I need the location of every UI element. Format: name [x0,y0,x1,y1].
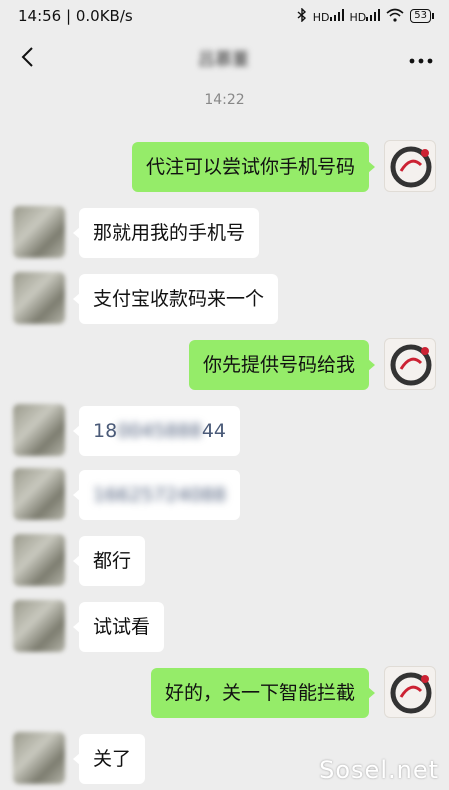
contact-avatar[interactable] [13,732,65,784]
message-bubble-sent[interactable]: 好的，关一下智能拦截 [150,668,376,718]
chat-timestamp: 14:22 [204,92,245,108]
chat-header: 吕慕董 [0,32,449,82]
contact-avatar[interactable] [13,272,65,324]
message-bubble-received[interactable]: 支付宝收款码来一个 [72,274,279,324]
status-bar: 14:56 | 0.0KB/s HD HD 53 [0,0,449,32]
contact-avatar[interactable] [13,534,65,586]
watermark: Sosel.net [319,756,439,784]
more-dots-icon [409,58,433,63]
status-icons: HD HD 53 [297,6,434,25]
my-avatar[interactable] [384,140,436,192]
message-bubble-received[interactable]: 关了 [72,734,146,784]
message-bubble-sent[interactable]: 代注可以尝试你手机号码 [131,142,376,192]
signal-hd-label-2: HD [349,10,367,24]
status-time: 14:56 [18,7,62,25]
my-avatar[interactable] [384,666,436,718]
phone-suffix: 44 [201,420,226,442]
contact-avatar[interactable] [13,206,65,258]
signal-hd-icon-1: HD [312,8,344,24]
message-bubble-received[interactable]: 都行 [72,536,146,586]
message-bubble-sent[interactable]: 你先提供号码给我 [188,340,376,390]
bluetooth-icon [297,6,307,25]
wifi-icon [386,8,404,25]
phone-prefix: 18 [93,420,118,442]
avatar-image [390,146,432,188]
status-left: 14:56 | 0.0KB/s [18,7,133,25]
contact-avatar[interactable] [13,404,65,456]
battery-icon: 53 [410,9,434,23]
signal-hd-icon-2: HD [349,8,381,24]
phone-redacted: 0045888 [117,420,202,442]
message-bubble-received[interactable]: 那就用我的手机号 [72,208,260,258]
phone-redacted: 16625724088 [93,484,226,506]
more-options-button[interactable] [409,45,433,70]
signal-hd-label-1: HD [312,10,330,24]
avatar-image [390,672,432,714]
chevron-left-icon [21,47,33,67]
chat-title: 吕慕董 [198,49,249,70]
my-avatar[interactable] [384,338,436,390]
contact-avatar[interactable] [13,468,65,520]
message-bubble-received[interactable]: 试试看 [72,602,165,652]
contact-avatar[interactable] [13,600,65,652]
message-bubble-phone[interactable]: 16625724088 [73,470,240,520]
network-speed: 0.0KB/s [75,7,133,25]
avatar-image [390,344,432,386]
back-button[interactable] [16,46,38,68]
message-bubble-phone[interactable]: 18004588844 [73,406,240,456]
